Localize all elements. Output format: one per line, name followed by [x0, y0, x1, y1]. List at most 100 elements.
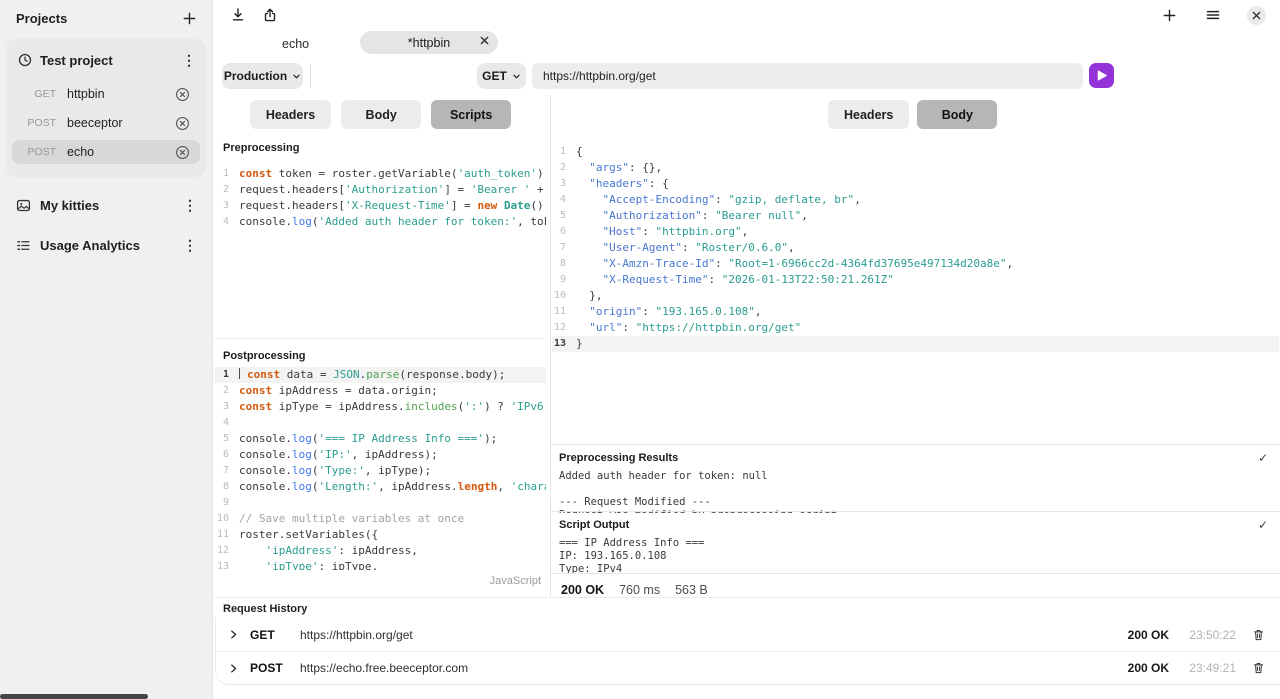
project-group: Test project ⋮ GET httpbin POST beecepto… [6, 39, 206, 177]
trash-icon [1252, 628, 1265, 642]
sidebar: Projects Test project ⋮ GET httpbin [0, 0, 213, 699]
kebab-icon: ⋮ [182, 53, 196, 67]
share-icon [262, 7, 278, 23]
request-history-card: GET https://httpbin.org/get 200 OK 23:50… [215, 618, 1280, 685]
preprocessing-editor[interactable]: 1const token = roster.getVariable('auth_… [215, 162, 546, 236]
response-panel-tabs: Headers Body [828, 100, 997, 129]
clock-icon [18, 53, 32, 67]
play-icon [1097, 70, 1107, 81]
sidebar-horizontal-scrollbar[interactable] [0, 694, 148, 699]
plus-icon [182, 11, 197, 26]
tab-request-headers[interactable]: Headers [250, 100, 331, 129]
request-history-title: Request History [214, 598, 1280, 618]
response-body-viewer[interactable]: 1{2 "args": {},3 "headers": {4 "Accept-E… [552, 140, 1279, 352]
request-name: httpbin [67, 87, 173, 101]
request-history: Request History GET https://httpbin.org/… [214, 597, 1280, 699]
remove-request-button[interactable] [173, 85, 192, 104]
tab-request-scripts[interactable]: Scripts [431, 100, 511, 129]
kebab-icon: ⋮ [183, 198, 197, 212]
preprocessing-label: Preprocessing [223, 142, 299, 154]
history-row-get[interactable]: GET https://httpbin.org/get 200 OK 23:50… [216, 618, 1280, 651]
history-row-post[interactable]: POST https://echo.free.beeceptor.com 200… [216, 651, 1280, 684]
method-dropdown[interactable]: GET [477, 63, 526, 89]
postprocessing-label-row: Postprocessing [215, 338, 546, 364]
delete-history-button[interactable] [1250, 626, 1267, 644]
section-menu-button[interactable]: ⋮ [181, 196, 199, 214]
tab-httpbin-active[interactable]: *httpbin [360, 31, 498, 54]
history-url: https://echo.free.beeceptor.com [300, 661, 468, 675]
tab-echo[interactable]: echo [266, 33, 325, 54]
check-icon: ✓ [1258, 451, 1268, 465]
request-method: GET [12, 88, 56, 100]
status-code: 200 OK [561, 583, 604, 597]
export-button[interactable] [260, 5, 280, 25]
environment-label: Production [224, 69, 287, 83]
remove-request-button[interactable] [173, 114, 192, 133]
send-button[interactable] [1089, 63, 1114, 88]
sidebar-item-my-kitties[interactable]: My kitties ⋮ [0, 185, 212, 225]
sidebar-request-beeceptor[interactable]: POST beeceptor [12, 111, 200, 135]
script-output-header: Script Output ✓ [551, 511, 1280, 534]
project-name: Test project [40, 53, 172, 68]
add-project-button[interactable] [180, 9, 199, 28]
history-method: GET [250, 628, 300, 642]
url-input[interactable] [532, 63, 1083, 89]
tab-response-body[interactable]: Body [917, 100, 997, 129]
postprocessing-editor[interactable]: 1const data = JSON.parse(response.body);… [215, 364, 546, 570]
status-time: 760 ms [619, 583, 660, 597]
chevron-right-icon[interactable] [228, 629, 239, 640]
chevron-down-icon [512, 72, 521, 81]
sidebar-request-echo[interactable]: POST echo [12, 140, 200, 164]
kebab-icon: ⋮ [183, 238, 197, 252]
request-bar-divider [310, 64, 311, 88]
image-icon [16, 198, 31, 213]
sidebar-item-label: My kitties [40, 198, 172, 213]
tab-request-body[interactable]: Body [341, 100, 421, 129]
new-tab-button[interactable] [1160, 6, 1179, 25]
preprocessing-results-title: Preprocessing Results [559, 452, 678, 464]
sidebar-request-httpbin[interactable]: GET httpbin [12, 82, 200, 106]
list-icon [16, 238, 31, 253]
tab-response-headers[interactable]: Headers [828, 100, 909, 129]
close-tab-button[interactable] [480, 36, 489, 45]
app-window: Projects Test project ⋮ GET httpbin [0, 0, 1280, 699]
section-menu-button[interactable]: ⋮ [181, 236, 199, 254]
request-method: POST [12, 146, 56, 158]
history-time: 23:50:22 [1182, 628, 1236, 642]
trash-icon [1252, 661, 1265, 675]
circle-x-icon [175, 87, 190, 102]
environment-dropdown[interactable]: Production [222, 63, 303, 89]
sidebar-header: Projects [0, 0, 212, 35]
hamburger-icon [1205, 7, 1221, 23]
check-icon: ✓ [1258, 518, 1268, 532]
script-output-section: Script Output ✓ === IP Address Info ===I… [551, 511, 1280, 576]
request-method: POST [12, 117, 56, 129]
remove-request-button[interactable] [173, 143, 192, 162]
tab-label: *httpbin [408, 36, 450, 50]
preprocessing-results-console[interactable]: Added auth header for token: null --- Re… [551, 467, 1280, 513]
menu-button[interactable] [1203, 5, 1223, 25]
script-output-console[interactable]: === IP Address Info ===IP: 193.165.0.108… [551, 534, 1280, 576]
history-time: 23:49:21 [1182, 661, 1236, 675]
history-url: https://httpbin.org/get [300, 628, 413, 642]
preprocessing-results-section: Preprocessing Results ✓ Added auth heade… [551, 444, 1280, 513]
preprocessing-results-header: Preprocessing Results ✓ [551, 444, 1280, 467]
projects-title: Projects [16, 11, 67, 26]
status-size: 563 B [675, 583, 708, 597]
project-menu-button[interactable]: ⋮ [180, 51, 198, 69]
method-label: GET [482, 69, 507, 83]
language-badge: JavaScript [215, 575, 541, 587]
close-window-button[interactable] [1247, 6, 1266, 25]
import-button[interactable] [228, 5, 248, 25]
chevron-right-icon[interactable] [228, 663, 239, 674]
script-output-title: Script Output [559, 519, 629, 531]
sidebar-item-usage-analytics[interactable]: Usage Analytics ⋮ [0, 225, 212, 265]
history-status: 200 OK [1128, 661, 1169, 675]
delete-history-button[interactable] [1250, 659, 1267, 677]
chevron-down-icon [292, 72, 301, 81]
project-header-row[interactable]: Test project ⋮ [6, 43, 206, 77]
request-name: echo [67, 145, 173, 159]
history-status: 200 OK [1128, 628, 1169, 642]
request-name: beeceptor [67, 116, 173, 130]
download-icon [230, 7, 246, 23]
